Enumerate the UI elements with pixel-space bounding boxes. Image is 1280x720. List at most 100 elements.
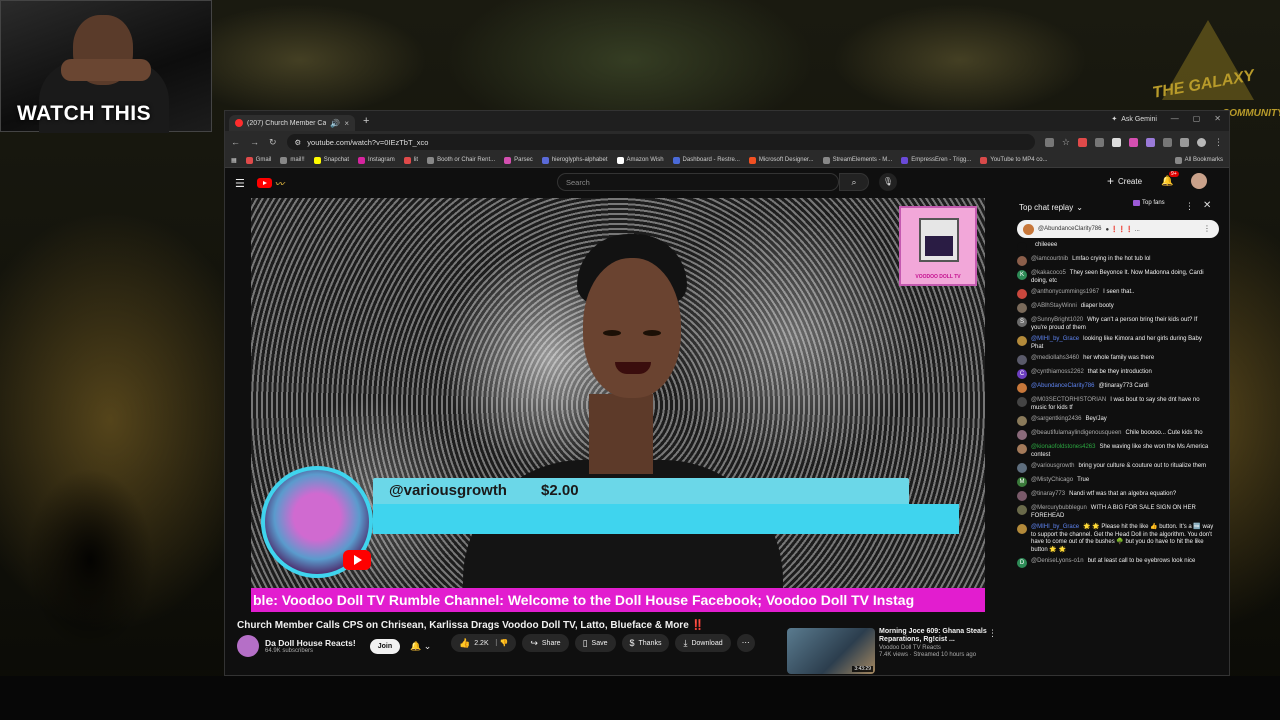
chat-mode-dropdown[interactable]: Top chat replay — [1019, 203, 1073, 212]
chat-message[interactable]: @AbundanceClarity786 @tinaray773 Cardi — [1017, 381, 1215, 395]
avatar[interactable] — [1017, 256, 1027, 266]
bookmark-item[interactable]: Gmail — [245, 156, 271, 164]
chat-author[interactable]: @mediollahs3460 — [1031, 355, 1079, 361]
extensions-icon[interactable] — [1180, 137, 1189, 147]
like-button[interactable]: 👍 2.2K ｜👎 — [451, 634, 517, 652]
chat-message[interactable]: @tinaray773 Nandi wtf was that an algebra… — [1017, 489, 1215, 503]
star-icon[interactable]: ☆ — [1062, 137, 1070, 148]
bookmark-item[interactable]: Amazon Wish — [616, 156, 664, 164]
chat-author[interactable]: @sargentking2436 — [1031, 416, 1081, 422]
bookmark-item[interactable]: YouTube to MP4 co... — [980, 156, 1048, 164]
chat-message[interactable]: M @MistyChicago True — [1017, 475, 1215, 489]
chat-message[interactable]: @variousgrowth bring your culture & coutu… — [1017, 461, 1215, 475]
mic-icon[interactable]: 🎙 — [879, 173, 897, 191]
browser-tab[interactable]: (207) Church Member Calls 🔊 × — [229, 115, 355, 131]
chat-message[interactable]: @ABlhStayWinni diaper booty — [1017, 301, 1215, 315]
chat-message[interactable]: @kionaofoldstones4263 She waving like she… — [1017, 442, 1215, 461]
chat-author[interactable]: @SunnyBright1020 — [1031, 317, 1083, 323]
avatar[interactable] — [1017, 463, 1027, 473]
minimize-icon[interactable]: — — [1171, 114, 1179, 123]
more-icon[interactable]: ⋮ — [1203, 224, 1211, 233]
bookmark-item[interactable]: mail!! — [280, 156, 305, 164]
chat-author[interactable]: @AbundanceClarity786 — [1031, 383, 1094, 389]
bookmark-item[interactable]: Snapchat — [313, 156, 349, 164]
avatar[interactable] — [1017, 289, 1027, 299]
avatar[interactable] — [1017, 430, 1027, 440]
chat-message[interactable]: @iamcourtnib Lmfao crying in the hot tub … — [1017, 254, 1215, 268]
chat-author[interactable]: @variousgrowth — [1031, 463, 1074, 469]
avatar[interactable] — [1017, 355, 1027, 365]
chat-author[interactable]: @Mercurybubblegun — [1031, 505, 1087, 511]
maximize-icon[interactable]: ▢ — [1193, 114, 1201, 123]
all-bookmarks[interactable]: All Bookmarks — [1174, 156, 1223, 164]
recommended-video[interactable]: 3:43:29 Morning Joce 609: Ghana Steals R… — [787, 628, 997, 674]
avatar[interactable]: K — [1017, 270, 1027, 280]
close-icon[interactable]: ✕ — [1203, 200, 1211, 211]
bookmark-item[interactable]: Dashboard - Restre... — [672, 156, 740, 164]
chat-message[interactable]: C @cynthiamoss2262 that be they introducti… — [1017, 367, 1215, 381]
subscribed-bell-icon[interactable]: 🔔 ⌄ — [410, 641, 431, 652]
chat-menu-icon[interactable]: ⋮ — [1185, 201, 1194, 212]
thumbs-down-icon[interactable]: ｜👎 — [493, 638, 509, 648]
reload-icon[interactable]: ↻ — [269, 137, 277, 148]
bookmark-item[interactable]: Parsec — [504, 156, 533, 164]
extension-icon[interactable] — [1146, 137, 1155, 147]
search-input[interactable]: Search — [557, 173, 839, 191]
chat-author[interactable]: @M03SECTORHISTORIAN — [1031, 397, 1106, 403]
close-window-icon[interactable]: ✕ — [1214, 114, 1221, 123]
bookmark-item[interactable]: Microsoft Designer... — [748, 156, 814, 164]
avatar[interactable]: C — [1017, 369, 1027, 379]
chat-author[interactable]: @MIHI_by_Grace — [1031, 336, 1079, 342]
create-button[interactable]: + Create — [1107, 174, 1142, 188]
site-info-icon[interactable]: ⚙ — [295, 138, 302, 147]
extension-icon[interactable] — [1163, 137, 1172, 147]
chat-message[interactable]: @anthonycummings1967 I seen that.. — [1017, 287, 1215, 301]
share-button[interactable]: ↪ Share — [522, 634, 569, 652]
channel-name[interactable]: Da Doll House Reacts! — [265, 638, 356, 648]
avatar[interactable] — [1017, 303, 1027, 313]
chat-message[interactable]: @Mercurybubblegun WITH A BIG FOR SALE SIG… — [1017, 503, 1215, 522]
chat-author[interactable]: @kionaofoldstones4263 — [1031, 444, 1095, 450]
join-button[interactable]: Join — [369, 638, 401, 654]
chat-author[interactable]: @MIHI_by_Grace — [1031, 524, 1079, 530]
chat-message[interactable]: @M03SECTORHISTORIAN I was bout to say she… — [1017, 395, 1215, 414]
extension-icon[interactable] — [1112, 137, 1121, 147]
avatar[interactable] — [1017, 383, 1027, 393]
pinned-message[interactable]: @AbundanceClarity786 ● ❗❗❗ ... ⋮ — [1017, 220, 1219, 238]
download-button[interactable]: ⤓ Download — [675, 634, 731, 652]
top-fans-button[interactable]: Top fans — [1133, 200, 1165, 206]
ask-gemini-button[interactable]: ✦ Ask Gemini — [1111, 115, 1157, 124]
forward-icon[interactable]: → — [250, 137, 259, 147]
chat-message[interactable]: @sargentking2436 Bey/Jay — [1017, 414, 1215, 428]
bookmark-item[interactable]: EmpressEren - Trigg... — [901, 156, 971, 164]
more-actions-icon[interactable]: ⋯ — [736, 634, 755, 652]
new-tab-icon[interactable]: + — [363, 115, 369, 127]
apps-icon[interactable]: ▦ — [231, 157, 237, 164]
channel-avatar[interactable] — [237, 635, 259, 657]
avatar[interactable] — [1191, 173, 1207, 189]
install-icon[interactable] — [1044, 137, 1054, 147]
chat-message[interactable]: @MIHI_by_Grace looking like Kimora and he… — [1017, 334, 1215, 353]
chat-message[interactable]: chileeee — [1017, 240, 1215, 254]
avatar[interactable] — [1017, 336, 1027, 346]
chat-message[interactable]: D @DeniseLyons-o1n but at least call to be… — [1017, 556, 1215, 570]
chat-author[interactable]: @anthonycummings1967 — [1031, 289, 1099, 295]
avatar[interactable]: M — [1017, 477, 1027, 487]
chat-message[interactable]: @beautifulamaylindigenousqueen Chile booo… — [1017, 428, 1215, 442]
menu-icon[interactable]: ⋮ — [1214, 137, 1223, 148]
save-button[interactable]: ▯ Save — [574, 634, 616, 652]
avatar[interactable]: S — [1017, 317, 1027, 327]
speaker-icon[interactable]: 🔊 — [330, 119, 340, 128]
extension-icon[interactable] — [1078, 137, 1087, 147]
bookmark-item[interactable]: Booth or Chair Rent... — [427, 156, 495, 164]
extension-icon[interactable] — [1095, 137, 1104, 147]
chat-message[interactable]: K @kakacoco5 They seen Beyonce lt. Now Mad… — [1017, 268, 1215, 287]
bookmark-item[interactable]: hieroglyphs-alphabet — [541, 156, 608, 164]
more-icon[interactable]: ⋮ — [988, 628, 997, 639]
avatar[interactable] — [1017, 444, 1027, 454]
bookmark-item[interactable]: Instagram — [358, 156, 395, 164]
chat-message[interactable]: @MIHI_by_Grace 🌟 🌟 Please hit the like 👍 … — [1017, 522, 1215, 556]
address-bar[interactable]: ⚙ youtube.com/watch?v=0IEzTbT_xco — [286, 134, 1035, 150]
chat-author[interactable]: @ABlhStayWinni — [1031, 303, 1077, 309]
video-player[interactable]: VOODOO DOLL TV @variousgrowth $2.00 ble:… — [251, 198, 985, 612]
